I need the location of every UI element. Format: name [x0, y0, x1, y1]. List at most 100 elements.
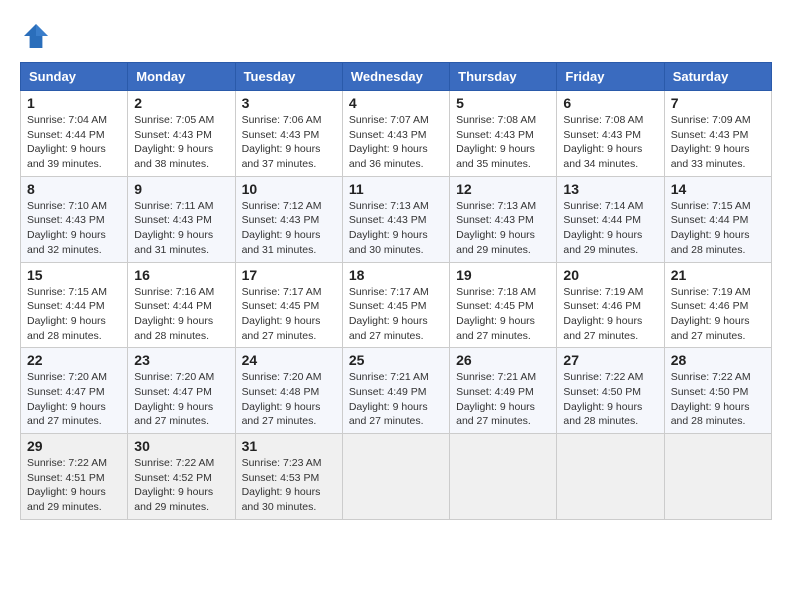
- day-info: Sunrise: 7:08 AM Sunset: 4:43 PM Dayligh…: [456, 113, 550, 172]
- calendar-week-row: 1 Sunrise: 7:04 AM Sunset: 4:44 PM Daylig…: [21, 91, 772, 177]
- calendar-day-cell: 31Sunrise: 7:23 AM Sunset: 4:53 PM Dayli…: [235, 434, 342, 520]
- day-info: Sunrise: 7:11 AM Sunset: 4:43 PM Dayligh…: [134, 199, 228, 258]
- calendar-week-row: 22 Sunrise: 7:20 AM Sunset: 4:47 PM Dayli…: [21, 348, 772, 434]
- day-number: 29: [27, 438, 121, 454]
- calendar-day-cell: 23Sunrise: 7:20 AM Sunset: 4:47 PM Dayli…: [128, 348, 235, 434]
- calendar-day-cell: 20 Sunrise: 7:19 AM Sunset: 4:46 PM Dayli…: [557, 262, 664, 348]
- page-header: [20, 20, 772, 52]
- calendar-day-cell: 29 Sunrise: 7:22 AM Sunset: 4:51 PM Dayli…: [21, 434, 128, 520]
- day-info: Sunrise: 7:20 AM Sunset: 4:47 PM Dayligh…: [134, 370, 228, 429]
- day-info: Sunrise: 7:19 AM Sunset: 4:46 PM Dayligh…: [563, 285, 657, 344]
- day-info: Sunrise: 7:05 AM Sunset: 4:43 PM Dayligh…: [134, 113, 228, 172]
- calendar-day-cell: 28Sunrise: 7:22 AM Sunset: 4:50 PM Dayli…: [664, 348, 771, 434]
- day-info: Sunrise: 7:06 AM Sunset: 4:43 PM Dayligh…: [242, 113, 336, 172]
- day-info: Sunrise: 7:20 AM Sunset: 4:47 PM Dayligh…: [27, 370, 121, 429]
- day-number: 9: [134, 181, 228, 197]
- calendar-day-cell: 13 Sunrise: 7:14 AM Sunset: 4:44 PM Dayli…: [557, 176, 664, 262]
- day-number: 8: [27, 181, 121, 197]
- calendar-day-cell: 8 Sunrise: 7:10 AM Sunset: 4:43 PM Daylig…: [21, 176, 128, 262]
- day-number: 12: [456, 181, 550, 197]
- day-number: 15: [27, 267, 121, 283]
- day-info: Sunrise: 7:15 AM Sunset: 4:44 PM Dayligh…: [671, 199, 765, 258]
- calendar-day-cell: 19Sunrise: 7:18 AM Sunset: 4:45 PM Dayli…: [450, 262, 557, 348]
- logo: [20, 20, 56, 52]
- calendar-day-cell: 16Sunrise: 7:16 AM Sunset: 4:44 PM Dayli…: [128, 262, 235, 348]
- calendar-day-cell: 24 Sunrise: 7:20 AM Sunset: 4:48 PM Dayli…: [235, 348, 342, 434]
- calendar-day-cell: 27Sunrise: 7:22 AM Sunset: 4:50 PM Dayli…: [557, 348, 664, 434]
- calendar-day-cell: 11 Sunrise: 7:13 AM Sunset: 4:43 PM Dayli…: [342, 176, 449, 262]
- day-of-week-header: Saturday: [664, 63, 771, 91]
- day-number: 11: [349, 181, 443, 197]
- logo-icon: [20, 20, 52, 52]
- calendar-day-cell: [664, 434, 771, 520]
- day-info: Sunrise: 7:20 AM Sunset: 4:48 PM Dayligh…: [242, 370, 336, 429]
- day-info: Sunrise: 7:09 AM Sunset: 4:43 PM Dayligh…: [671, 113, 765, 172]
- day-info: Sunrise: 7:22 AM Sunset: 4:51 PM Dayligh…: [27, 456, 121, 515]
- day-number: 6: [563, 95, 657, 111]
- calendar-day-cell: 18 Sunrise: 7:17 AM Sunset: 4:45 PM Dayli…: [342, 262, 449, 348]
- day-number: 25: [349, 352, 443, 368]
- day-info: Sunrise: 7:21 AM Sunset: 4:49 PM Dayligh…: [349, 370, 443, 429]
- day-of-week-header: Sunday: [21, 63, 128, 91]
- day-info: Sunrise: 7:04 AM Sunset: 4:44 PM Dayligh…: [27, 113, 121, 172]
- day-info: Sunrise: 7:17 AM Sunset: 4:45 PM Dayligh…: [349, 285, 443, 344]
- day-info: Sunrise: 7:07 AM Sunset: 4:43 PM Dayligh…: [349, 113, 443, 172]
- day-number: 20: [563, 267, 657, 283]
- day-of-week-header: Tuesday: [235, 63, 342, 91]
- day-info: Sunrise: 7:10 AM Sunset: 4:43 PM Dayligh…: [27, 199, 121, 258]
- day-number: 17: [242, 267, 336, 283]
- day-number: 21: [671, 267, 765, 283]
- day-info: Sunrise: 7:23 AM Sunset: 4:53 PM Dayligh…: [242, 456, 336, 515]
- day-number: 2: [134, 95, 228, 111]
- day-info: Sunrise: 7:22 AM Sunset: 4:52 PM Dayligh…: [134, 456, 228, 515]
- day-number: 16: [134, 267, 228, 283]
- day-number: 26: [456, 352, 550, 368]
- day-of-week-header: Friday: [557, 63, 664, 91]
- calendar-day-cell: 9 Sunrise: 7:11 AM Sunset: 4:43 PM Daylig…: [128, 176, 235, 262]
- day-of-week-header: Thursday: [450, 63, 557, 91]
- day-number: 4: [349, 95, 443, 111]
- day-number: 27: [563, 352, 657, 368]
- calendar-day-cell: 22 Sunrise: 7:20 AM Sunset: 4:47 PM Dayli…: [21, 348, 128, 434]
- day-number: 10: [242, 181, 336, 197]
- day-number: 24: [242, 352, 336, 368]
- calendar-day-cell: 26Sunrise: 7:21 AM Sunset: 4:49 PM Dayli…: [450, 348, 557, 434]
- day-info: Sunrise: 7:13 AM Sunset: 4:43 PM Dayligh…: [349, 199, 443, 258]
- calendar-day-cell: 5 Sunrise: 7:08 AM Sunset: 4:43 PM Daylig…: [450, 91, 557, 177]
- day-number: 19: [456, 267, 550, 283]
- calendar-day-cell: 2 Sunrise: 7:05 AM Sunset: 4:43 PM Daylig…: [128, 91, 235, 177]
- day-number: 13: [563, 181, 657, 197]
- calendar-day-cell: [557, 434, 664, 520]
- day-number: 7: [671, 95, 765, 111]
- calendar-day-cell: 15Sunrise: 7:15 AM Sunset: 4:44 PM Dayli…: [21, 262, 128, 348]
- calendar-day-cell: 21 Sunrise: 7:19 AM Sunset: 4:46 PM Dayli…: [664, 262, 771, 348]
- calendar-day-cell: 30 Sunrise: 7:22 AM Sunset: 4:52 PM Dayli…: [128, 434, 235, 520]
- calendar-day-cell: 17 Sunrise: 7:17 AM Sunset: 4:45 PM Dayli…: [235, 262, 342, 348]
- day-info: Sunrise: 7:17 AM Sunset: 4:45 PM Dayligh…: [242, 285, 336, 344]
- day-number: 22: [27, 352, 121, 368]
- day-number: 5: [456, 95, 550, 111]
- day-info: Sunrise: 7:22 AM Sunset: 4:50 PM Dayligh…: [671, 370, 765, 429]
- day-of-week-header: Monday: [128, 63, 235, 91]
- day-info: Sunrise: 7:08 AM Sunset: 4:43 PM Dayligh…: [563, 113, 657, 172]
- calendar-day-cell: 12Sunrise: 7:13 AM Sunset: 4:43 PM Dayli…: [450, 176, 557, 262]
- calendar-day-cell: [450, 434, 557, 520]
- calendar-week-row: 8 Sunrise: 7:10 AM Sunset: 4:43 PM Daylig…: [21, 176, 772, 262]
- calendar-day-cell: [342, 434, 449, 520]
- calendar-day-cell: 3Sunrise: 7:06 AM Sunset: 4:43 PM Daylig…: [235, 91, 342, 177]
- calendar-day-cell: 25 Sunrise: 7:21 AM Sunset: 4:49 PM Dayli…: [342, 348, 449, 434]
- calendar-table: SundayMondayTuesdayWednesdayThursdayFrid…: [20, 62, 772, 520]
- day-number: 30: [134, 438, 228, 454]
- calendar-day-cell: 10 Sunrise: 7:12 AM Sunset: 4:43 PM Dayli…: [235, 176, 342, 262]
- calendar-day-cell: 6 Sunrise: 7:08 AM Sunset: 4:43 PM Daylig…: [557, 91, 664, 177]
- day-number: 14: [671, 181, 765, 197]
- day-info: Sunrise: 7:19 AM Sunset: 4:46 PM Dayligh…: [671, 285, 765, 344]
- day-info: Sunrise: 7:14 AM Sunset: 4:44 PM Dayligh…: [563, 199, 657, 258]
- day-number: 1: [27, 95, 121, 111]
- day-info: Sunrise: 7:12 AM Sunset: 4:43 PM Dayligh…: [242, 199, 336, 258]
- day-number: 18: [349, 267, 443, 283]
- day-of-week-header: Wednesday: [342, 63, 449, 91]
- calendar-day-cell: 4 Sunrise: 7:07 AM Sunset: 4:43 PM Daylig…: [342, 91, 449, 177]
- calendar-day-cell: 1 Sunrise: 7:04 AM Sunset: 4:44 PM Daylig…: [21, 91, 128, 177]
- calendar-day-cell: 14 Sunrise: 7:15 AM Sunset: 4:44 PM Dayli…: [664, 176, 771, 262]
